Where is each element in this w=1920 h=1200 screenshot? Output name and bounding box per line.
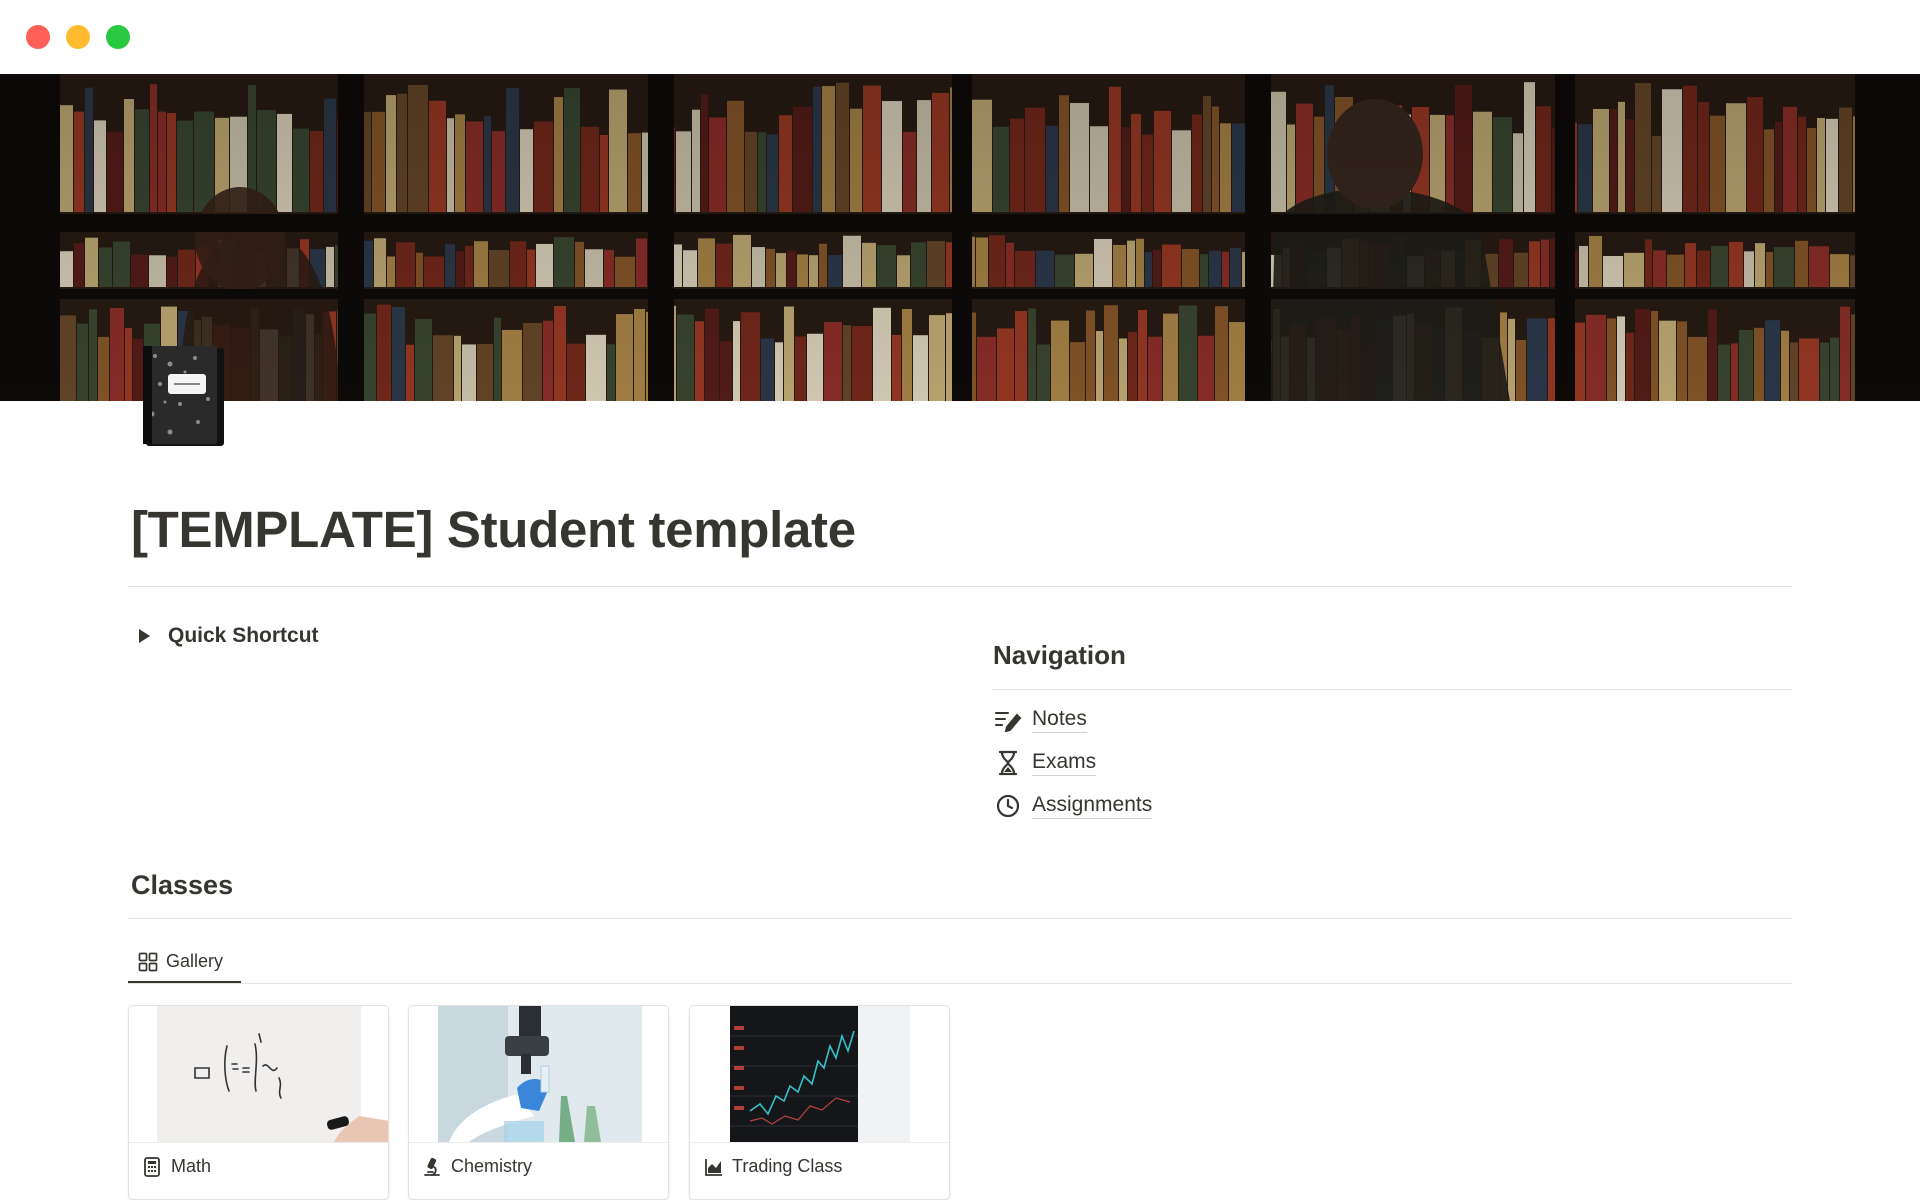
gallery-grid-icon [138, 951, 160, 973]
nav-item-exams[interactable]: Exams [993, 748, 1097, 778]
quick-shortcut-toggle[interactable]: Quick Shortcut [136, 624, 319, 648]
navigation-divider [992, 689, 1792, 690]
page-title[interactable]: [TEMPLATE] Student template [131, 500, 856, 559]
card-title: Trading Class [732, 1156, 843, 1176]
hourglass-icon [993, 748, 1023, 778]
composition-notebook-icon[interactable] [140, 344, 230, 450]
navigation-heading: Navigation [993, 640, 1126, 670]
card-title: Math [171, 1156, 212, 1176]
gallery-divider [128, 983, 1792, 984]
tab-label: Gallery [166, 951, 224, 971]
minimize-window-button[interactable] [66, 25, 90, 49]
classes-heading: Classes [131, 870, 234, 900]
nav-item-label: Exams [1032, 750, 1097, 776]
microscope-icon [423, 1156, 443, 1178]
class-card-chemistry[interactable]: Chemistry [408, 1005, 669, 1200]
notes-pen-icon [993, 705, 1023, 735]
title-divider [128, 586, 1792, 587]
toggle-label: Quick Shortcut [168, 624, 319, 647]
nav-item-label: Notes [1032, 707, 1087, 733]
toggle-triangle-icon[interactable] [139, 629, 150, 643]
chemistry-cover-image [409, 1006, 668, 1142]
calculator-icon [143, 1156, 163, 1178]
nav-item-notes[interactable]: Notes [993, 705, 1087, 735]
classes-divider [128, 918, 1792, 919]
card-title: Chemistry [451, 1156, 533, 1176]
nav-item-assignments[interactable]: Assignments [993, 791, 1153, 821]
math-cover-image [129, 1006, 388, 1142]
window-titlebar [0, 0, 1920, 74]
page-cover-image[interactable] [0, 74, 1920, 401]
nav-item-label: Assignments [1032, 793, 1153, 819]
trading-cover-image [690, 1006, 949, 1142]
tab-gallery[interactable]: Gallery [128, 940, 233, 983]
chart-icon [704, 1156, 724, 1178]
clock-icon [993, 791, 1023, 821]
class-card-trading-class[interactable]: Trading Class [689, 1005, 950, 1200]
close-window-button[interactable] [26, 25, 50, 49]
class-card-math[interactable]: Math [128, 1005, 389, 1200]
maximize-window-button[interactable] [106, 25, 130, 49]
